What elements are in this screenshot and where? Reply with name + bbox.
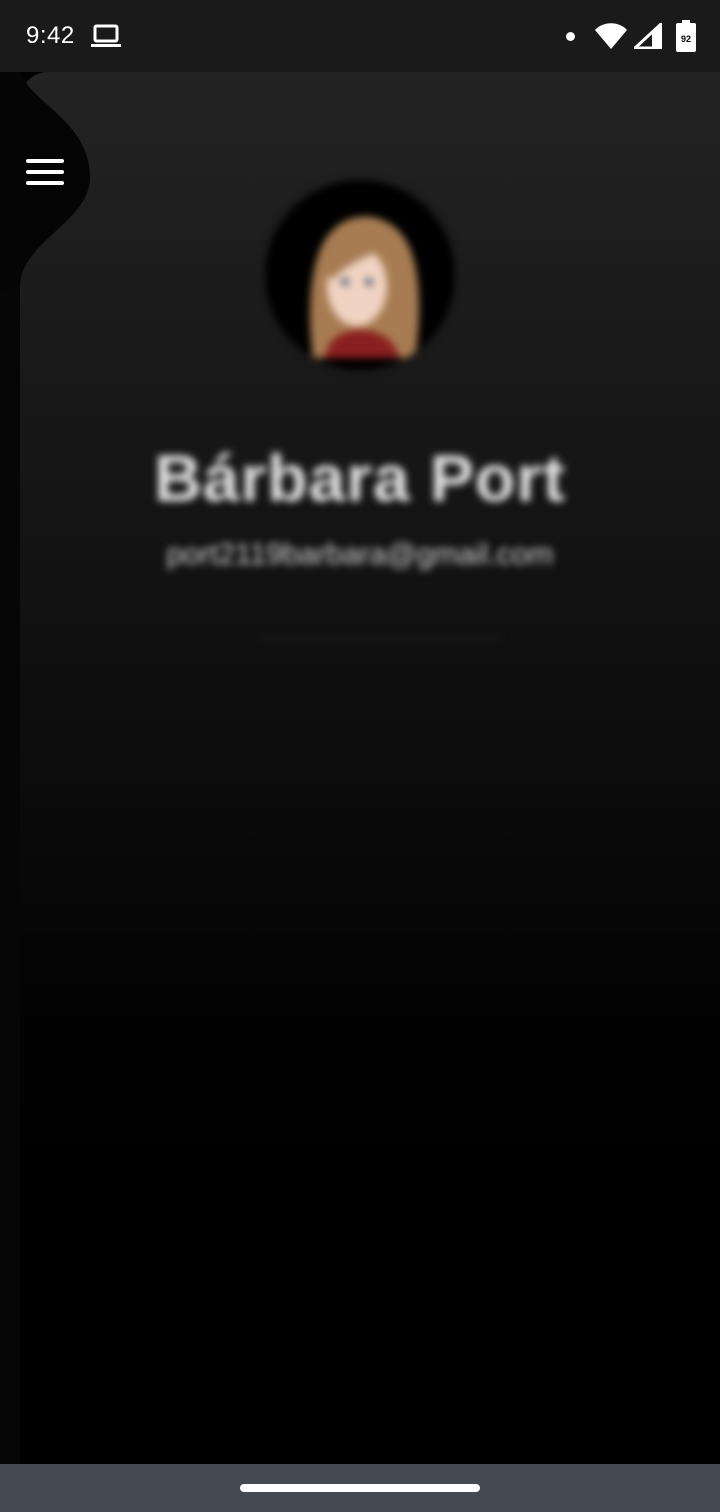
status-time: 9:42 bbox=[26, 22, 75, 49]
home-indicator[interactable] bbox=[240, 1484, 480, 1492]
laptop-icon bbox=[91, 24, 121, 47]
profile-section: Bárbara Port port2119barbara@gmail.com bbox=[20, 150, 700, 670]
screen: 9:42 92 Bárbara Port port2119barbara@gma… bbox=[0, 0, 720, 1512]
profile-email: port2119barbara@gmail.com bbox=[166, 538, 554, 571]
avatar-illustration bbox=[265, 180, 455, 370]
divider bbox=[260, 636, 500, 639]
signal-icon bbox=[634, 23, 662, 49]
profile-name: Bárbara Port bbox=[154, 441, 566, 515]
navigation-bar bbox=[0, 1464, 720, 1512]
wifi-icon bbox=[595, 23, 627, 49]
notification-dot-icon bbox=[566, 32, 575, 41]
battery-level: 92 bbox=[681, 34, 691, 44]
status-bar: 9:42 92 bbox=[0, 0, 720, 72]
battery-icon: 92 bbox=[676, 20, 696, 52]
avatar[interactable] bbox=[265, 180, 455, 370]
